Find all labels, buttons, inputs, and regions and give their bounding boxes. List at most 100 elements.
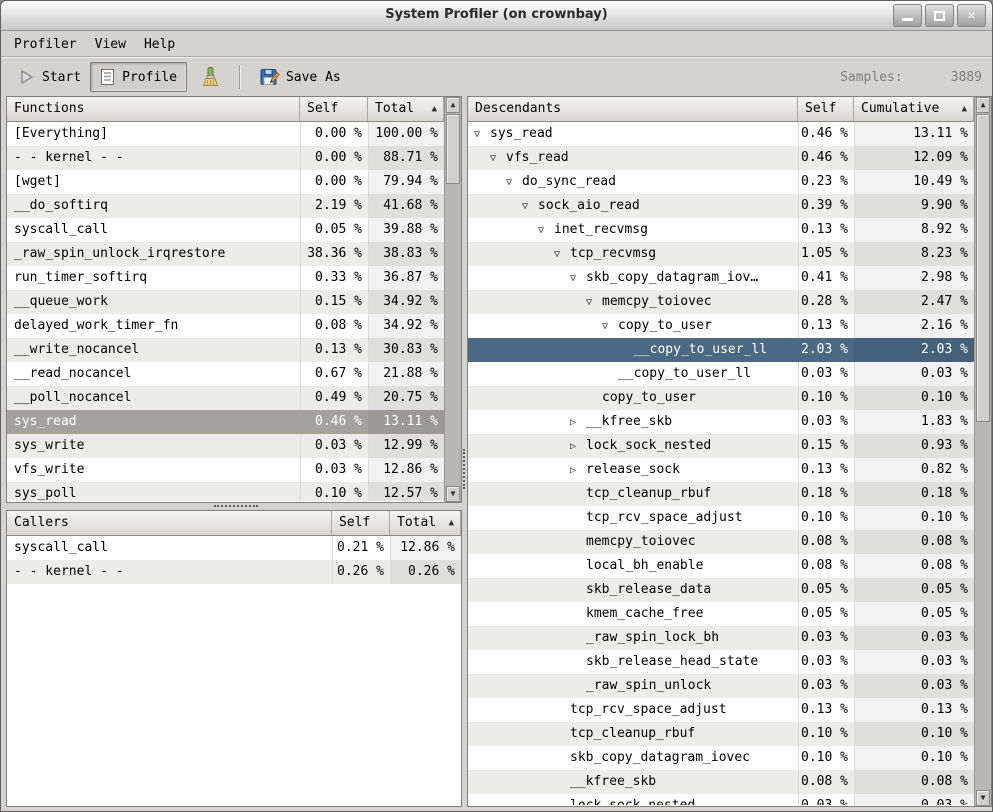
table-row[interactable]: _raw_spin_unlock_irqrestore38.36 %38.83 … [7,242,444,266]
vertical-splitter-handle[interactable] [463,449,465,489]
tree-row[interactable]: memcpy_toiovec0.08 %0.08 % [468,530,974,554]
functions-column-header[interactable]: Functions [7,97,300,122]
titlebar[interactable]: System Profiler (on crownbay) ✕ [1,1,992,31]
minimize-button[interactable] [893,4,922,27]
tree-row[interactable]: ▽vfs_read0.46 %12.09 % [468,146,974,170]
start-button[interactable]: Start [9,63,90,91]
tree-row[interactable]: tcp_cleanup_rbuf0.18 %0.18 % [468,482,974,506]
save-as-button[interactable]: Save As [251,62,350,92]
expander-open-icon[interactable]: ▽ [538,219,554,242]
self-column-header[interactable]: Self [798,97,854,122]
scroll-down-button[interactable]: ▼ [976,790,990,806]
table-row[interactable]: syscall_call0.21 %12.86 % [7,536,461,560]
tree-row[interactable]: ▽tcp_recvmsg1.05 %8.23 % [468,242,974,266]
table-row[interactable]: run_timer_softirq0.33 %36.87 % [7,266,444,290]
expander-open-icon[interactable]: ▽ [522,195,538,218]
table-row[interactable]: vfs_write0.03 %12.86 % [7,458,444,482]
table-row[interactable]: __queue_work0.15 %34.92 % [7,290,444,314]
tree-row[interactable]: ▷release_sock0.13 %0.82 % [468,458,974,482]
tree-row[interactable]: ▽skb_copy_datagram_iov…0.41 %2.98 % [468,266,974,290]
tree-row[interactable]: _raw_spin_unlock0.03 %0.03 % [468,674,974,698]
expander-closed-icon[interactable]: ▷ [570,435,586,458]
tree-row[interactable]: ▷__kfree_skb0.03 %1.83 % [468,410,974,434]
expander-open-icon[interactable]: ▽ [586,291,602,314]
tree-row[interactable]: skb_release_data0.05 %0.05 % [468,578,974,602]
tree-row[interactable]: kmem_cache_free0.05 %0.05 % [468,602,974,626]
callers-column-header[interactable]: Callers [7,511,332,536]
table-row[interactable]: delayed_work_timer_fn0.08 %34.92 % [7,314,444,338]
reset-button[interactable] [191,62,229,93]
tree-row[interactable]: tcp_rcv_space_adjust0.10 %0.10 % [468,506,974,530]
table-row[interactable]: sys_write0.03 %12.99 % [7,434,444,458]
cell-function-name: skb_release_data [468,578,798,602]
scrollbar-thumb[interactable] [976,114,990,422]
cell-function-name: local_bh_enable [468,554,798,578]
expander-open-icon[interactable]: ▽ [602,315,618,338]
scroll-up-button[interactable]: ▲ [446,97,460,113]
tree-row[interactable]: __copy_to_user_ll2.03 %2.03 % [468,338,974,362]
tree-row-label: memcpy_toiovec [586,534,696,549]
table-row[interactable]: __read_nocancel0.67 %21.88 % [7,362,444,386]
start-label: Start [42,70,81,85]
self-column-header[interactable]: Self [332,511,390,536]
cumulative-column-header[interactable]: Cumulative ▲ [854,97,974,122]
tree-row[interactable]: local_bh_enable0.08 %0.08 % [468,554,974,578]
table-row[interactable]: [Everything]0.00 %100.00 % [7,122,444,146]
tree-row[interactable]: ▷lock_sock_nested0.15 %0.93 % [468,434,974,458]
menu-profiler[interactable]: Profiler [5,34,86,55]
scrollbar-thumb[interactable] [446,114,460,184]
cell-function-name: vfs_write [7,458,300,482]
total-column-header[interactable]: Total ▲ [368,97,444,122]
table-row[interactable]: __write_nocancel0.13 %30.83 % [7,338,444,362]
tree-row[interactable]: skb_copy_datagram_iovec0.10 %0.10 % [468,746,974,770]
table-row[interactable]: [wget]0.00 %79.94 % [7,170,444,194]
tree-row[interactable]: skb_release_head_state0.03 %0.03 % [468,650,974,674]
table-row[interactable]: sys_poll0.10 %12.57 % [7,482,444,501]
tree-row[interactable]: tcp_rcv_space_adjust0.13 %0.13 % [468,698,974,722]
tree-row[interactable]: lock_sock_nested0.03 %0.03 % [468,794,974,805]
self-column-header[interactable]: Self [300,97,368,122]
profile-toggle-button[interactable]: Profile [90,62,187,92]
descendants-vertical-scrollbar[interactable]: ▲ ▼ [974,97,991,806]
tree-row[interactable]: __copy_to_user_ll0.03 %0.03 % [468,362,974,386]
callers-table-body: syscall_call0.21 %12.86 %- - kernel - -0… [7,536,461,805]
expander-open-icon[interactable]: ▽ [490,147,506,170]
tree-row[interactable]: ▽sys_read0.46 %13.11 % [468,122,974,146]
menu-help[interactable]: Help [135,34,184,55]
table-row[interactable]: - - kernel - -0.00 %88.71 % [7,146,444,170]
expander-open-icon[interactable]: ▽ [570,267,586,290]
tree-row[interactable]: ▽copy_to_user0.13 %2.16 % [468,314,974,338]
tree-row[interactable]: _raw_spin_lock_bh0.03 %0.03 % [468,626,974,650]
table-row[interactable]: syscall_call0.05 %39.88 % [7,218,444,242]
table-row[interactable]: sys_read0.46 %13.11 % [7,410,444,434]
horizontal-splitter-handle[interactable] [214,505,258,507]
maximize-button[interactable] [925,4,954,27]
callers-panel: Callers Self Total ▲ syscall_call0.21 %1… [6,510,462,807]
expander-open-icon[interactable]: ▽ [506,171,522,194]
expander-open-icon[interactable]: ▽ [474,123,490,146]
close-button[interactable]: ✕ [957,4,986,27]
expander-closed-icon[interactable]: ▷ [570,411,586,434]
tree-row[interactable]: copy_to_user0.10 %0.10 % [468,386,974,410]
tree-row[interactable]: ▽memcpy_toiovec0.28 %2.47 % [468,290,974,314]
cell-function-name: - - kernel - - [7,560,332,584]
cell-cumulative-value: 0.05 % [854,578,974,602]
scroll-down-icon: ▼ [451,490,456,498]
menu-view[interactable]: View [86,34,135,55]
table-row[interactable]: - - kernel - -0.26 %0.26 % [7,560,461,584]
tree-row[interactable]: ▽inet_recvmsg0.13 %8.92 % [468,218,974,242]
functions-vertical-scrollbar[interactable]: ▲ ▼ [444,97,461,502]
tree-row[interactable]: __kfree_skb0.08 %0.08 % [468,770,974,794]
table-row[interactable]: __do_softirq2.19 %41.68 % [7,194,444,218]
tree-row[interactable]: ▽sock_aio_read0.39 %9.90 % [468,194,974,218]
tree-row[interactable]: ▽do_sync_read0.23 %10.49 % [468,170,974,194]
table-row[interactable]: __poll_nocancel0.49 %20.75 % [7,386,444,410]
tree-row[interactable]: tcp_cleanup_rbuf0.10 %0.10 % [468,722,974,746]
cell-self-value: 0.18 % [798,482,854,506]
total-column-header[interactable]: Total ▲ [390,511,461,536]
descendants-column-header[interactable]: Descendants [468,97,798,122]
expander-closed-icon[interactable]: ▷ [570,459,586,482]
scroll-up-button[interactable]: ▲ [976,97,990,113]
expander-open-icon[interactable]: ▽ [554,243,570,266]
scroll-down-button[interactable]: ▼ [446,486,460,502]
